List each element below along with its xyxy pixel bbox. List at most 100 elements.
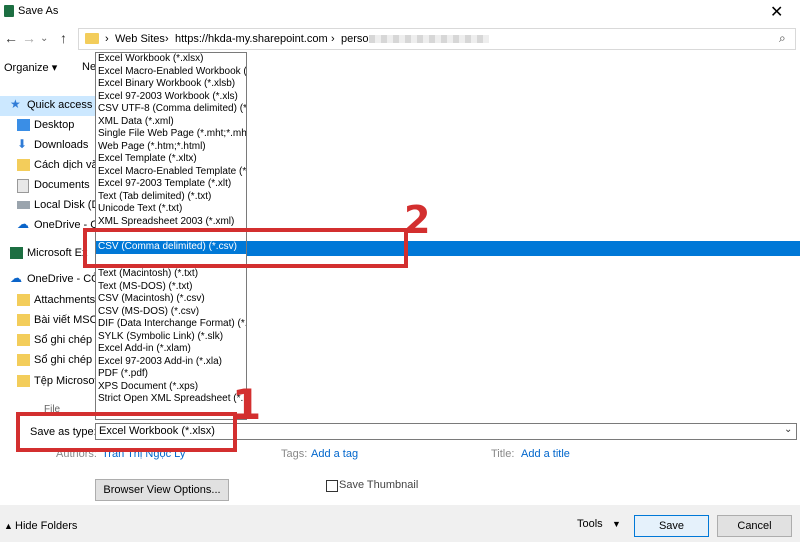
address-bar[interactable]: › Web Sites › https://hkda-my.sharepoint… [78, 28, 796, 50]
file-type-option[interactable]: Text (Tab delimited) (*.txt) [96, 191, 246, 204]
tools-button[interactable]: Tools [577, 518, 603, 530]
save-button[interactable]: Save [634, 515, 709, 537]
file-type-option[interactable]: Excel Template (*.xltx) [96, 153, 246, 166]
annotation-number-1: 1 [232, 380, 262, 429]
nav-item-label: Bài viết MSO. [34, 314, 96, 326]
file-type-option[interactable]: Text (MS-DOS) (*.txt) [96, 281, 246, 294]
nav-item-so-ghi-chep-l[interactable]: Sổ ghi chép L [0, 351, 96, 371]
nav-item-desktop[interactable]: Desktop [0, 116, 96, 136]
document-icon [17, 179, 29, 193]
file-type-option[interactable]: Excel 97-2003 Workbook (*.xls) [96, 91, 246, 104]
annotation-box-save-type [16, 412, 237, 452]
file-type-option[interactable]: Excel 97-2003 Add-in (*.xla) [96, 356, 246, 369]
breadcrumb-sharepoint-url[interactable]: https://hkda-my.sharepoint.com [175, 33, 328, 45]
title-label: Title: [491, 448, 515, 460]
window-title: Save As [18, 5, 59, 17]
onedrive-icon: ☁ [10, 271, 22, 285]
up-button[interactable]: ↑ [60, 30, 67, 46]
nav-item-tep-microsoft[interactable]: Tệp Microsoft [0, 372, 96, 392]
title-bar: Save As ✕ [0, 0, 800, 24]
nav-item-onedrive-2[interactable]: ☁ OneDrive - CÔ [0, 270, 96, 290]
disk-icon [17, 201, 30, 209]
nav-item-so-ghi-chep[interactable]: Sổ ghi chép [0, 331, 96, 351]
file-type-option[interactable]: Excel Macro-Enabled Template (*.xltm) [96, 166, 246, 179]
download-icon: ⬇ [17, 137, 28, 151]
file-type-option[interactable]: Web Page (*.htm;*.html) [96, 141, 246, 154]
star-icon: ★ [10, 97, 21, 111]
file-type-option[interactable]: XML Data (*.xml) [96, 116, 246, 129]
file-type-option[interactable]: Excel Binary Workbook (*.xlsb) [96, 78, 246, 91]
file-type-option[interactable]: Unicode Text (*.txt) [96, 203, 246, 216]
file-type-option[interactable]: Excel 97-2003 Template (*.xlt) [96, 178, 246, 191]
forward-button[interactable]: → [22, 30, 36, 46]
folder-icon [85, 33, 99, 44]
file-type-option[interactable]: CSV (Macintosh) (*.csv) [96, 293, 246, 306]
file-type-option[interactable]: XPS Document (*.xps) [96, 381, 246, 394]
desktop-icon [17, 119, 30, 131]
close-button[interactable]: ✕ [770, 2, 783, 22]
hide-folders-button[interactable]: Hide Folders [15, 520, 77, 532]
nav-item-label: Quick access [27, 99, 93, 111]
file-type-option[interactable]: SYLK (Symbolic Link) (*.slk) [96, 331, 246, 344]
recent-locations-chevron-icon[interactable]: ⌄ [40, 33, 48, 44]
file-type-option[interactable]: PDF (*.pdf) [96, 368, 246, 381]
breadcrumb-web-sites[interactable]: Web Sites [115, 33, 165, 45]
excel-app-icon [4, 5, 14, 17]
file-type-option[interactable]: DIF (Data Interchange Format) (*.dif) [96, 318, 246, 331]
caret-up-icon[interactable]: ▲ [4, 521, 13, 531]
organize-button[interactable]: Organize ▾ [4, 61, 57, 74]
file-type-option[interactable]: CSV (MS-DOS) (*.csv) [96, 306, 246, 319]
nav-item-documents[interactable]: Documents [0, 176, 96, 196]
file-type-option[interactable]: CSV UTF-8 (Comma delimited) (*.csv) [96, 103, 246, 116]
breadcrumb-separator: › [165, 33, 169, 45]
file-type-option[interactable]: Strict Open XML Spreadsheet (*. [96, 393, 246, 406]
breadcrumb-separator: › [331, 33, 335, 45]
nav-item-label: Local Disk (D: [34, 199, 96, 211]
nav-item-attachments[interactable]: Attachments [0, 291, 96, 311]
chevron-down-icon[interactable]: ⌄ [784, 424, 792, 435]
tools-dropdown-icon[interactable]: ▼ [612, 519, 621, 529]
file-type-option[interactable]: Text (Macintosh) (*.txt) [96, 268, 246, 281]
new-folder-button[interactable]: Ne [82, 61, 96, 73]
nav-item-cach-dich-van[interactable]: Cách dịch văn [0, 156, 96, 176]
nav-item-microsoft-excel[interactable]: Microsoft Ex [0, 244, 96, 264]
folder-icon [17, 314, 30, 326]
nav-item-onedrive[interactable]: ☁ OneDrive - CÔ [0, 216, 96, 236]
onedrive-icon: ☁ [17, 217, 29, 231]
file-type-option[interactable]: Excel Add-in (*.xlam) [96, 343, 246, 356]
annotation-box-csv [83, 228, 408, 268]
nav-item-label: OneDrive - CÔ [27, 273, 96, 285]
nav-item-label: Sổ ghi chép [34, 334, 93, 346]
tags-input[interactable]: Add a tag [311, 448, 358, 460]
annotation-number-2: 2 [404, 198, 431, 242]
folder-icon [17, 159, 30, 171]
nav-item-local-disk-d[interactable]: Local Disk (D: [0, 196, 96, 216]
file-type-option[interactable]: Excel Macro-Enabled Workbook (*.xlsm) [96, 66, 246, 79]
title-input[interactable]: Add a title [521, 448, 570, 460]
breadcrumb-personal[interactable]: perso [341, 33, 369, 45]
save-thumbnail-label: Save Thumbnail [339, 479, 419, 491]
nav-item-label: Cách dịch văn [34, 159, 96, 171]
back-button[interactable]: ← [4, 30, 18, 46]
folder-icon [17, 354, 30, 366]
nav-item-label: Tệp Microsoft [34, 375, 96, 387]
file-type-option[interactable]: Excel Workbook (*.xlsx) [96, 53, 246, 66]
nav-item-label: Microsoft Ex [27, 247, 88, 259]
folder-icon [17, 294, 30, 306]
nav-item-label: Sổ ghi chép L [34, 354, 96, 366]
nav-item-label: Downloads [34, 139, 89, 151]
file-type-option[interactable]: XML Spreadsheet 2003 (*.xml) [96, 216, 246, 229]
tags-label: Tags: [281, 448, 308, 460]
file-type-option[interactable]: Single File Web Page (*.mht;*.mhtml) [96, 128, 246, 141]
folder-icon [17, 334, 30, 346]
folder-icon [17, 375, 30, 387]
nav-item-bai-viet-mso[interactable]: Bài viết MSO. [0, 311, 96, 331]
nav-item-label: Desktop [34, 119, 75, 131]
nav-item-downloads[interactable]: ⬇ Downloads [0, 136, 96, 156]
nav-item-quick-access[interactable]: ★ Quick access [0, 96, 96, 116]
save-thumbnail-checkbox[interactable] [326, 480, 338, 492]
browser-view-options-button[interactable]: Browser View Options... [95, 479, 229, 501]
blurred-path-segment [369, 35, 489, 43]
search-icon[interactable]: ⌕ [779, 31, 786, 46]
cancel-button[interactable]: Cancel [717, 515, 792, 537]
